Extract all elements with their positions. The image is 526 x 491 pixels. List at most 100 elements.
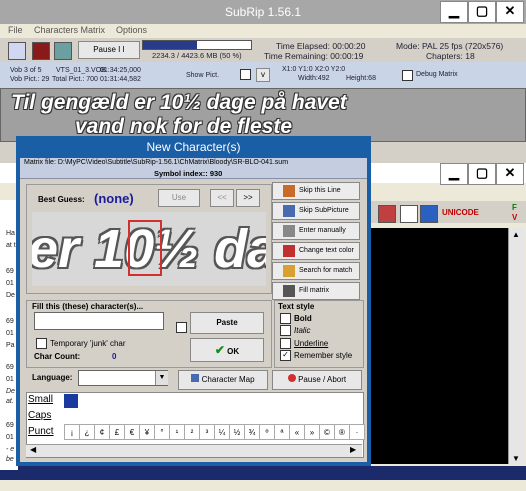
scroll-down-icon[interactable]: ▼ [512, 454, 520, 463]
italic-checkbox[interactable] [280, 325, 291, 336]
punct-char-cell[interactable]: · [349, 424, 365, 440]
punct-char-cell[interactable]: ³ [199, 424, 215, 440]
tab-punct[interactable]: Punct [28, 426, 62, 440]
film-icon[interactable] [32, 42, 50, 60]
skip-subpicture-button[interactable]: Skip SubPicture [272, 202, 360, 220]
paste-button[interactable]: Paste [190, 312, 264, 334]
punct-char-cell[interactable]: ² [184, 424, 200, 440]
trash-icon[interactable] [420, 205, 438, 223]
bold-checkbox[interactable] [280, 313, 291, 324]
underline-label: Underline [294, 339, 329, 348]
skip-line-button[interactable]: Skip this Line [272, 182, 360, 200]
punct-char-cell[interactable]: ° [154, 424, 170, 440]
main-titlebar[interactable]: SubRip 1.56.1 ▁ ▢ ✕ [0, 0, 526, 24]
grid-icon[interactable] [54, 42, 72, 60]
minimize-button[interactable]: ▁ [440, 1, 468, 23]
close-button[interactable]: ✕ [496, 1, 524, 23]
chevron-down-icon[interactable]: v [256, 68, 270, 82]
punct-char-cell[interactable]: £ [109, 424, 125, 440]
selected-cell[interactable] [64, 394, 78, 408]
temporary-junk-checkbox[interactable] [36, 338, 47, 349]
font-icon[interactable] [400, 205, 418, 223]
punct-char-cell[interactable]: ¾ [244, 424, 260, 440]
format-icon[interactable] [378, 205, 396, 223]
checkmark-icon: ✔ [214, 343, 225, 357]
punct-char-cell[interactable]: º [259, 424, 275, 440]
punct-char-cell[interactable]: ¼ [214, 424, 230, 440]
fill-matrix-button[interactable]: Fill matrix [272, 282, 360, 300]
punct-char-cell[interactable]: ¡ [64, 424, 80, 440]
vob-icon[interactable] [8, 42, 26, 60]
enter-manually-button[interactable]: Enter manually [272, 222, 360, 240]
subtitle-line: Til gengæld er 10½ dage på havet [11, 91, 347, 114]
chevron-down-icon[interactable]: ▼ [155, 371, 168, 385]
menu-options[interactable]: Options [116, 25, 147, 35]
language-select[interactable]: ▼ [78, 370, 168, 386]
right-label-v: V [512, 213, 518, 222]
scroll-up-icon[interactable]: ▲ [512, 230, 520, 239]
scroll-right-icon[interactable]: ▶ [350, 445, 356, 454]
use-button[interactable]: Use [158, 189, 200, 207]
matrix-icon [283, 285, 295, 297]
punct-char-cell[interactable]: » [304, 424, 320, 440]
pause-button[interactable]: Pause I I [78, 41, 140, 59]
matrix-file-path: Matrix file: D:\MyPC\Video\Subtitle\SubR… [24, 159, 289, 166]
punct-char-cell[interactable]: ¹ [169, 424, 185, 440]
ok-button[interactable]: ✔ OK [190, 338, 264, 362]
menu-characters-matrix[interactable]: Characters Matrix [34, 25, 105, 35]
punct-char-cell[interactable]: ¥ [139, 424, 155, 440]
punct-char-cell[interactable]: « [289, 424, 305, 440]
minimize-button[interactable]: ▁ [440, 163, 468, 185]
punct-char-cell[interactable]: ª [274, 424, 290, 440]
close-button[interactable]: ✕ [496, 163, 524, 185]
punct-char-cell[interactable]: ® [334, 424, 350, 440]
search-for-match-label: Search for match [299, 267, 353, 274]
log-line: at. [6, 398, 14, 405]
character-map-label: Character Map [201, 375, 255, 384]
previous-button[interactable]: << [210, 189, 234, 207]
vob-pict: Vob Pict.: 29 [10, 76, 50, 83]
symbol-index: Symbol index:: 930 [154, 169, 223, 178]
vob-time: 01:34:25,000 [100, 67, 141, 74]
punct-char-cell[interactable]: ½ [229, 424, 245, 440]
menu-file[interactable]: File [8, 25, 23, 35]
underline-checkbox[interactable] [280, 338, 291, 349]
language-label: Language: [32, 373, 73, 382]
search-for-match-button[interactable]: Search for match [272, 262, 360, 280]
vertical-scrollbar[interactable]: ▲ ▼ [508, 228, 525, 464]
punct-char-cell[interactable]: € [124, 424, 140, 440]
ok-label: OK [227, 347, 240, 356]
punct-char-cell[interactable]: ¢ [94, 424, 110, 440]
show-pict-checkbox[interactable] [240, 69, 251, 80]
table-icon [191, 374, 200, 382]
subtitle-preview: Til gengæld er 10½ dage på havet vand no… [0, 88, 526, 142]
skip-icon [283, 185, 295, 197]
text-output-area[interactable] [366, 228, 510, 464]
pause-abort-button[interactable]: Pause / Abort [272, 370, 362, 390]
coords-text: X1:0 Y1:0 X2:0 Y2:0 [282, 66, 346, 73]
punct-char-cell[interactable]: ¿ [79, 424, 95, 440]
progress-bar [142, 40, 252, 50]
maximize-button[interactable]: ▢ [468, 163, 496, 185]
search-icon [283, 265, 295, 277]
log-line: 01 [6, 434, 14, 441]
tab-small[interactable]: Small [28, 394, 62, 408]
next-button[interactable]: >> [236, 189, 260, 207]
maximize-button[interactable]: ▢ [468, 1, 496, 23]
tab-caps[interactable]: Caps [28, 410, 62, 424]
log-line: 69 [6, 268, 14, 275]
log-line: 01 [6, 330, 14, 337]
scroll-left-icon[interactable]: ◀ [30, 445, 36, 454]
horizontal-scrollbar[interactable]: ◀ ▶ [26, 444, 362, 457]
character-map-button[interactable]: Character Map [178, 370, 268, 390]
remember-style-checkbox[interactable]: ✓ [280, 350, 291, 361]
debug-matrix-checkbox[interactable] [402, 70, 413, 81]
menubar: File Characters Matrix Options [0, 24, 526, 38]
change-text-color-button[interactable]: Change text color [272, 242, 360, 260]
fill-checkbox[interactable] [176, 322, 187, 333]
fill-input[interactable] [34, 312, 164, 330]
matrix-file-bar: Matrix file: D:\MyPC\Video\Subtitle\SubR… [20, 158, 367, 179]
punct-char-cell[interactable]: © [319, 424, 335, 440]
total-pict: Total Pict.: 700 [52, 76, 98, 83]
dialog-title[interactable]: New Character(s) [16, 136, 371, 158]
